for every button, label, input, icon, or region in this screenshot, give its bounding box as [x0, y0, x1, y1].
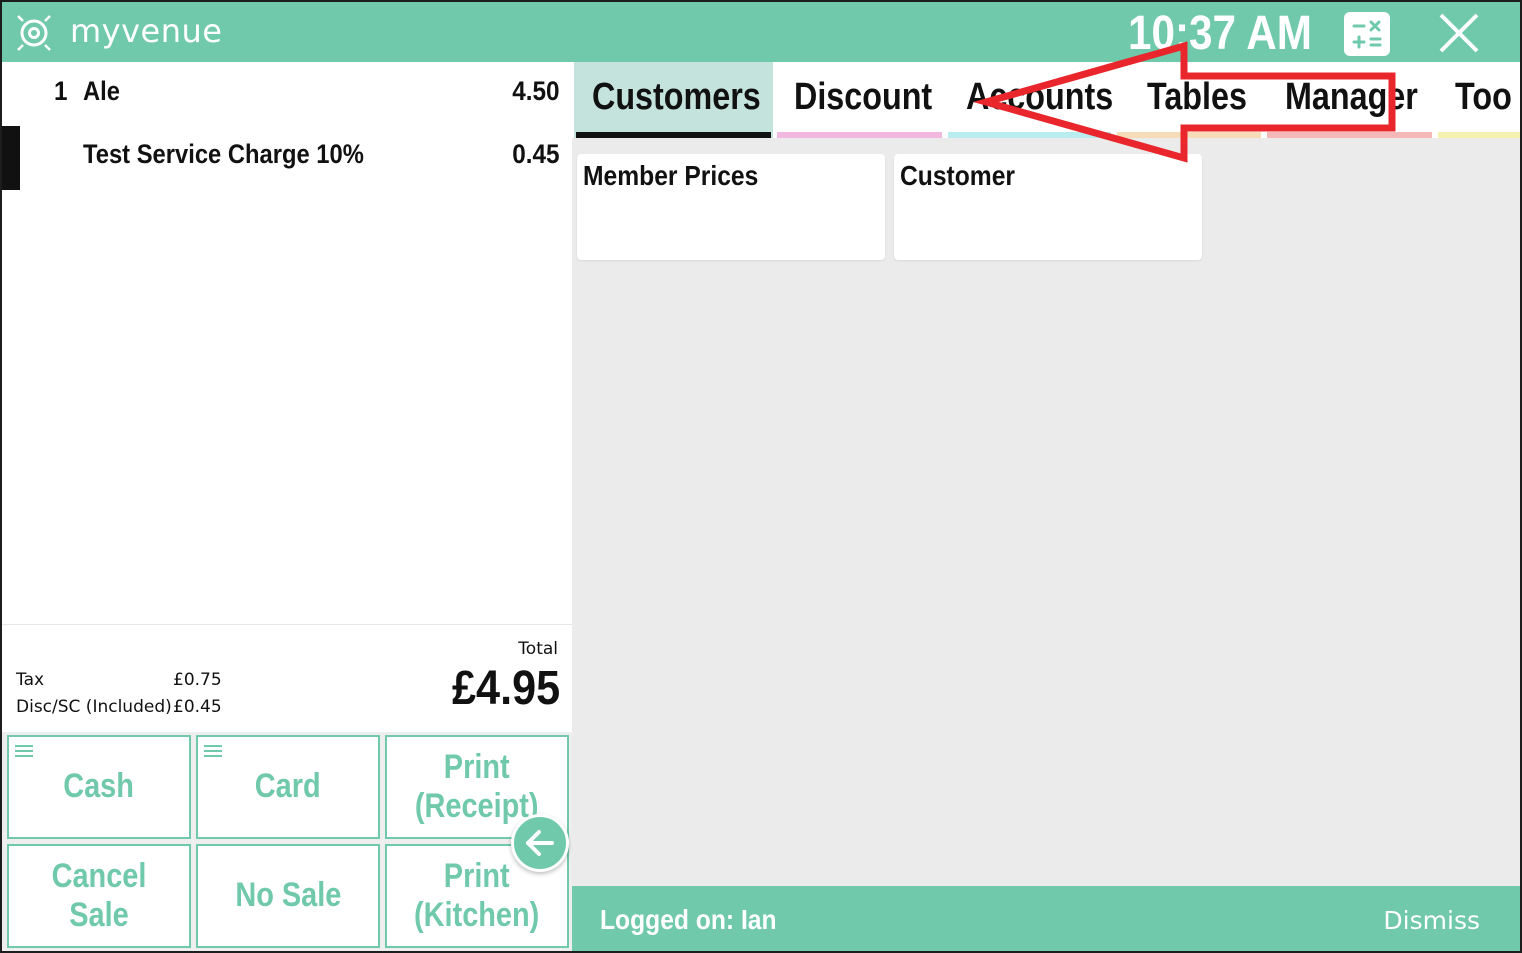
disc-label: Disc/SC (Included): [16, 697, 172, 717]
order-list: 1 Ale 4.50 Test Service Charge 10% 0.45: [2, 62, 572, 625]
close-icon: [1439, 13, 1479, 53]
calculator-icon: [1352, 20, 1382, 49]
print-kitchen-label-2: (Kitchen): [414, 896, 540, 934]
tab-label: Discount: [794, 76, 933, 118]
member-prices-button[interactable]: Member Prices: [577, 154, 885, 260]
customer-label: Customer: [900, 160, 1016, 191]
tab-label: Manager: [1285, 76, 1418, 118]
tab-underline: [777, 132, 942, 138]
tab-discount[interactable]: Discount: [775, 62, 944, 138]
menu-icon: [204, 745, 222, 757]
logged-on-text: Logged on: Ian: [600, 904, 777, 935]
tab-label: Too: [1455, 76, 1512, 118]
myvenue-logo-icon: [17, 15, 51, 51]
tax-label: Tax: [16, 670, 45, 690]
order-line-name: Test Service Charge 10%: [83, 139, 364, 169]
order-line-name: Ale: [83, 76, 120, 106]
calculator-button[interactable]: [1344, 12, 1390, 56]
member-prices-label: Member Prices: [583, 160, 759, 191]
card-button-label: Card: [255, 767, 321, 806]
tab-tables[interactable]: Tables: [1115, 62, 1263, 138]
selected-line-marker: [2, 126, 20, 190]
tab-underline: [948, 132, 1111, 138]
cancel-sale-button[interactable]: Cancel Sale: [7, 844, 191, 948]
tab-underline: [576, 132, 771, 138]
cash-button[interactable]: Cash: [7, 735, 191, 839]
total-value: £4.95: [451, 662, 560, 715]
print-receipt-label-1: Print: [444, 747, 510, 786]
customer-button[interactable]: Customer: [894, 154, 1202, 260]
tab-label: Tables: [1147, 76, 1247, 118]
order-line[interactable]: 1 Ale 4.50: [2, 76, 572, 120]
no-sale-button[interactable]: No Sale: [196, 844, 380, 948]
menu-icon: [15, 745, 33, 757]
top-bar: myvenue 10:37 AM: [2, 2, 1520, 62]
tab-underline: [1438, 132, 1520, 138]
tab-tools[interactable]: Too: [1436, 62, 1520, 138]
totals-panel: Tax £0.75 Disc/SC (Included) £0.45 Total…: [2, 624, 572, 732]
order-line[interactable]: Test Service Charge 10% 0.45: [2, 139, 572, 183]
tab-label: Accounts: [966, 76, 1114, 118]
order-line-price: 0.45: [512, 139, 560, 169]
cancel-sale-label: Cancel Sale: [51, 856, 147, 934]
action-buttons: Cash Card Print (Receipt) Cancel Sale No…: [2, 732, 572, 951]
tab-accounts[interactable]: Accounts: [946, 62, 1113, 138]
arrow-left-icon: [526, 830, 554, 856]
disc-value: £0.45: [173, 697, 222, 717]
collapse-button[interactable]: [511, 814, 569, 872]
pos-window: myvenue 10:37 AM 1 Ale 4.50 Test Service…: [0, 0, 1522, 953]
clock: 10:37 AM: [1128, 7, 1312, 60]
tax-value: £0.75: [173, 670, 222, 690]
tab-customers[interactable]: Customers: [574, 62, 773, 138]
no-sale-label: No Sale: [234, 876, 342, 915]
function-panel: Customers Discount Accounts Tables Manag…: [572, 62, 1520, 886]
print-kitchen-label-1: Print: [444, 856, 510, 895]
card-button[interactable]: Card: [196, 735, 380, 839]
tab-manager[interactable]: Manager: [1265, 62, 1434, 138]
status-bar: Logged on: Ian Dismiss: [572, 886, 1520, 951]
order-line-qty: 1: [54, 76, 68, 106]
dismiss-button[interactable]: Dismiss: [1383, 906, 1480, 935]
tab-underline: [1267, 132, 1432, 138]
cash-button-label: Cash: [63, 767, 135, 806]
tab-label: Customers: [592, 76, 761, 118]
tab-underline: [1117, 132, 1261, 138]
total-label: Total: [518, 639, 558, 659]
brand-name: myvenue: [70, 12, 223, 50]
order-line-price: 4.50: [512, 76, 560, 106]
tab-bar: Customers Discount Accounts Tables Manag…: [572, 62, 1520, 138]
close-button[interactable]: [1436, 10, 1482, 56]
